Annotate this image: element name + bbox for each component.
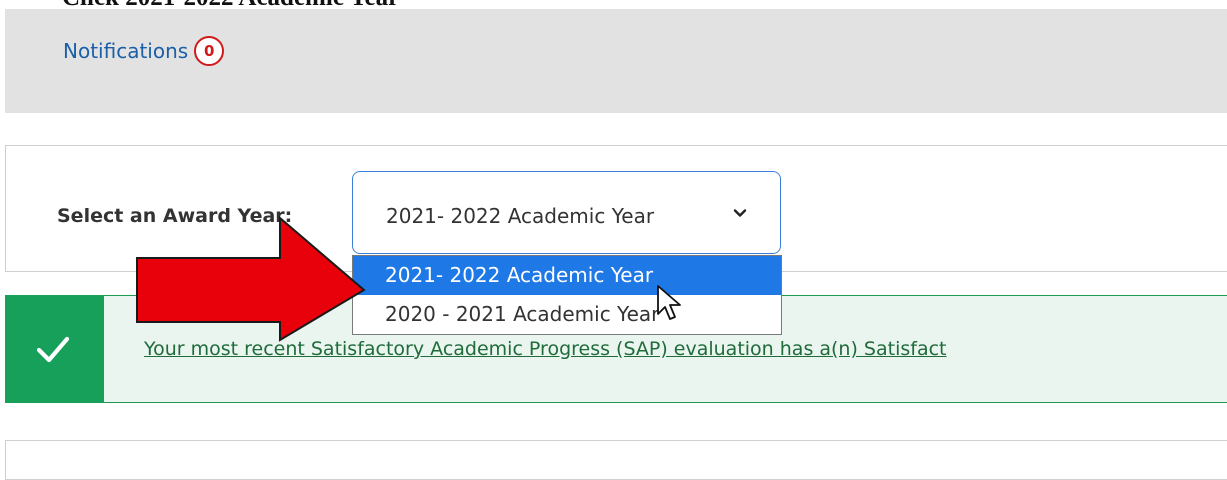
instruction-caption: Click 2021-2022 Academic Year [62, 0, 399, 9]
checkmark-icon [36, 336, 70, 363]
award-year-select[interactable]: 2021- 2022 Academic Year [352, 171, 781, 254]
award-year-selected-value: 2021- 2022 Academic Year [386, 204, 655, 228]
award-year-option[interactable]: 2020 - 2021 Academic Year [353, 295, 781, 334]
chevron-down-icon [733, 209, 747, 217]
content-panel [5, 440, 1227, 480]
notifications-link[interactable]: Notifications 0 [63, 36, 225, 66]
mouse-cursor-icon [657, 285, 681, 320]
arrow-right-icon [136, 215, 366, 342]
sap-status-indicator [5, 295, 104, 403]
notifications-label: Notifications [63, 39, 189, 63]
notifications-count-badge: 0 [194, 36, 225, 66]
award-year-options-list: 2021- 2022 Academic Year 2020 - 2021 Aca… [352, 255, 782, 335]
award-year-option[interactable]: 2021- 2022 Academic Year [353, 256, 781, 295]
